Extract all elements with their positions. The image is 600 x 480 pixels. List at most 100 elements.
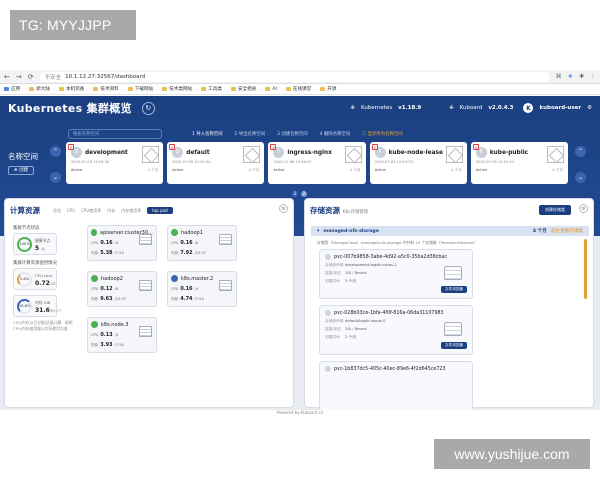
tab-cpu[interactable]: CPU [67,208,75,213]
bookmark-item[interactable]: 新大陆 [29,86,50,92]
namespace-card[interactable]: × Kkube-node-lease 2020-07-09 12:53:33 Acti… [369,142,467,184]
bookmark-item[interactable]: 本机装备 [59,86,84,92]
bookmark-item[interactable]: 安全相关 [230,86,256,92]
cpu-stat: 2.6% CPU core 0.72/28 [13,268,57,290]
file-browser-button[interactable]: 文件浏览器 [441,286,467,293]
pvc-card[interactable]: pvc-007b9858-3abe-4d92-a5c0-35ba2d38cbac… [319,249,473,299]
refresh-icon[interactable]: ↻ [141,101,155,115]
forward-icon[interactable]: → [16,73,22,81]
health-value: 5 台 [35,245,45,252]
folder-icon [162,87,168,91]
translate-icon[interactable]: ⌘ [556,73,562,80]
bookmark-item[interactable]: 技术类网站 [162,86,192,92]
tab-cpu-usage[interactable]: CPU使用率 [81,208,101,214]
storageclass-header[interactable]: ▾ managed-nfs-storage 4 个月 前往查看存储类 [311,226,589,236]
namespace-scroll-down-icon[interactable]: ⌄ [50,172,61,183]
namespace-next-down-icon[interactable]: ⌄ [575,172,586,183]
bookmark-item[interactable]: 技术资料 [93,86,119,92]
step-create[interactable]: 3 创建名称空间 [277,131,308,137]
bookmark-item[interactable]: 在线课堂 [285,86,311,92]
back-icon[interactable]: ← [4,73,10,81]
collapse-icon[interactable]: ▾ [317,229,319,234]
tab-memory-usage[interactable]: 内存使用率 [121,208,141,214]
pvc-age-label: 创建时间 [325,279,340,283]
compute-title: 计算资源 [10,206,40,215]
file-browser-button[interactable]: 文件浏览器 [441,342,467,349]
health-ring: 100% [17,237,32,252]
bookmark-label: 本机装备 [66,87,85,92]
avatar[interactable]: K [523,103,534,113]
show-all-toggle[interactable]: ☐ 显示所有名称空间 [362,131,402,137]
namespace-card[interactable]: × Iingress-nginx 2020-11-06 10:46:07 Active… [268,142,366,184]
delete-namespace-icon[interactable]: × [270,144,277,150]
step-import[interactable]: 1 导入名称空间 [192,131,223,137]
bookmark-item[interactable]: AI [265,87,277,92]
url-input[interactable]: 不安全 10.1.12.27:32567/dashboard [39,71,550,82]
compute-settings-icon[interactable]: ⚙ [279,204,288,213]
create-namespace-button[interactable]: ⊕ 创建 [8,166,34,175]
node-card[interactable]: hadoop1 CPU 0.16/8 内存 7.92/15.07 [167,225,237,261]
node-name: k8s.master.2 [181,275,214,282]
extensions-icon[interactable]: ✚ [579,73,584,80]
delete-namespace-icon[interactable]: × [169,144,176,150]
node-status-icon [91,275,98,282]
bookmark-item[interactable]: 工具类 [201,86,222,92]
namespace-status: Active [475,168,487,172]
step-delete[interactable]: 4 删除名称空间 [320,131,351,137]
alloc-label: 集群计算资源使用情况 [13,261,57,266]
storage-settings-icon[interactable]: ⚙ [579,204,588,213]
namespace-status-row: Active 4 个月 [476,168,563,173]
menu-icon[interactable]: ⋮ [590,73,596,80]
page-2[interactable]: 2 [301,191,307,197]
pvc-age-label: 创建时间 [325,335,340,339]
pvc-claim: development/logdir-nacos-1 [345,263,397,267]
folder-icon [265,87,271,91]
delete-namespace-icon[interactable]: × [472,144,479,150]
pvc-claim: default/logdir-nacos-0 [345,319,386,323]
kuboard-app: Kubernetes 集群概览 ↻ ⎈ Kubernetes v1.18.9 ⎈… [0,96,600,410]
delete-namespace-icon[interactable]: × [371,144,378,150]
namespace-card[interactable]: × Kkube-public 2020-07-09 12:53:33 Active 4 … [470,142,569,184]
bookmark-star-icon[interactable]: ★ [568,73,573,80]
pvc-header: pvc-028b03ce-1bfa-4f0f-816a-06da31107983 [325,310,467,316]
bookmark-label: 技术资料 [100,87,119,92]
namespace-name: default [186,149,210,156]
namespace-card[interactable]: × Ddevelopment 2020-07-09 13:18:34 Active 4 … [66,142,164,184]
storage-scrollbar[interactable] [584,239,587,299]
create-storageclass-button[interactable]: 创建存储类 [539,205,571,215]
tab-top-pod[interactable]: top pod [147,207,173,214]
page-1[interactable]: 1 [292,191,298,197]
pvc-header: pvc-1b837dc5-405c-40ec-89e6-4f2d645ce723 [325,366,467,372]
node-card[interactable]: hadoop2 CPU 0.12/8 内存 9.63/15.07 [87,271,157,307]
namespace-next-up-icon[interactable]: ⌃ [575,146,586,157]
tab-memory[interactable]: 内存 [107,208,115,214]
step-export[interactable]: 2 导出名称空间 [235,131,266,137]
reload-icon[interactable]: ⟳ [28,73,34,81]
pvc-card[interactable]: pvc-1b837dc5-405c-40ec-89e6-4f2d645ce723 [319,361,473,410]
pvc-card[interactable]: pvc-028b03ce-1bfa-4f0f-816a-06da31107983… [319,305,473,355]
node-card[interactable]: k8s.node.3 CPU 0.13/4 内存 3.93/7.54 [87,317,157,353]
bookmark-item[interactable]: 下载网站 [127,86,153,92]
node-mem-value: 9.63 [100,296,113,302]
node-cpu-value: 0.12 [100,286,113,292]
node-status-label: 集群节点状态 [13,226,40,231]
folder-icon [201,87,207,91]
bookmark-item[interactable]: 应用 [4,86,20,92]
namespace-search-input[interactable]: 搜索名称空间 [68,129,162,139]
namespace-scroll-up-icon[interactable]: ⌃ [50,146,61,157]
delete-namespace-icon[interactable]: × [68,144,74,150]
server-icon [219,234,232,245]
settings-gear-icon[interactable]: ⚙ [587,105,592,111]
storageclass-link[interactable]: 前往查看存储类 [551,228,583,234]
node-card[interactable]: k8s.master.2 CPU 0.16/4 内存 4.74/7.54 [167,271,237,307]
tab-overview[interactable]: 总览 [53,208,61,214]
bookmark-item[interactable]: 开源 [320,86,336,92]
folder-icon [127,87,133,91]
cpu-value: 0.72/28 [35,280,56,287]
namespace-card[interactable]: × Ddefault 2020-07-09 12:53:34 Active 4 个月 [167,142,265,184]
node-card[interactable]: apiserver.cluster30… CPU 0.16/4 内存 5.38/7.54 [87,225,157,261]
user-name[interactable]: kuboard-user [539,105,581,111]
namespace-name: ingress-nginx [287,149,332,156]
cpu-title: CPU core [35,273,53,278]
kubernetes-version: v1.18.9 [398,105,422,111]
